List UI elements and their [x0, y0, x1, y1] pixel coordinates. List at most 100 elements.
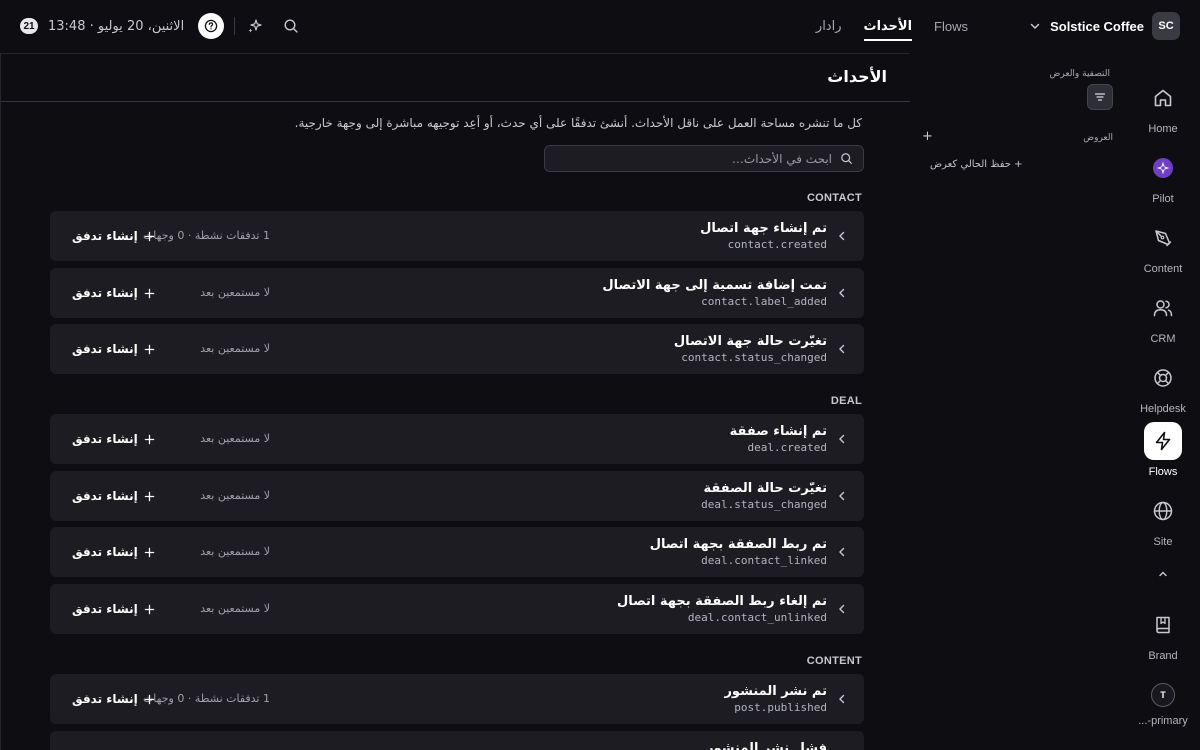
filter-panel: التصفية والعرض العروض + + حفظ الحالي كعر… [910, 53, 1126, 750]
sparkles-button[interactable] [245, 16, 265, 36]
create-flow-label: إنشاء تدفق [72, 489, 138, 503]
search-input[interactable] [555, 151, 832, 166]
filter-button[interactable] [1087, 84, 1113, 110]
event-row[interactable]: تم إنشاء صفقة deal.created لا مستمعين بع… [50, 414, 864, 464]
create-flow-button[interactable]: إنشاء تدفق [72, 487, 155, 505]
page-description: كل ما تنشره مساحة العمل على ناقل الأحداث… [294, 116, 862, 130]
rail-label: Flows [1148, 466, 1178, 478]
event-status: لا مستمعين بعد [200, 489, 270, 502]
chevron-left-icon [839, 434, 845, 444]
event-status: 1 تدفقات نشطة · 0 وجهات [142, 229, 270, 242]
page-header: الأحداث [1, 54, 910, 102]
create-flow-label: إنشاء تدفق [72, 602, 138, 616]
chevron-left-icon [839, 344, 845, 354]
event-row[interactable]: تم إنشاء جهة اتصال contact.created 1 تدف… [50, 211, 864, 261]
rail-item-helpdesk[interactable]: Helpdesk [1126, 359, 1200, 415]
create-flow-button[interactable]: إنشاء تدفق [72, 543, 155, 561]
create-flow-button[interactable]: إنشاء تدفق [72, 600, 155, 618]
rail-label: Home [1148, 123, 1178, 135]
rail-icon-box [1144, 359, 1182, 397]
create-flow-label: إنشاء تدفق [72, 432, 138, 446]
filter-panel-title: التصفية والعرض [1049, 69, 1111, 79]
event-row[interactable]: تم نشر المنشور post.published 1 تدفقات ن… [50, 674, 864, 724]
event-row[interactable]: تمت إضافة تسمية إلى جهة الاتصال contact.… [50, 268, 864, 318]
rail-label: Helpdesk [1140, 403, 1186, 415]
event-status: لا مستمعين بعد [200, 602, 270, 615]
create-flow-button[interactable]: إنشاء تدفق [72, 227, 155, 245]
rail-label: Site [1153, 536, 1173, 548]
create-flow-button[interactable]: إنشاء تدفق [72, 284, 155, 302]
rail-item-site[interactable]: Site [1126, 492, 1200, 548]
search-box [544, 145, 864, 172]
lightning-icon [1155, 431, 1171, 451]
rail-item-pilot[interactable]: Pilot [1126, 149, 1200, 205]
chevron-left-icon [839, 604, 845, 614]
pilot-icon [1153, 158, 1173, 178]
chevron-down-icon [1030, 23, 1040, 30]
event-row[interactable]: تم ربط الصفقة بجهة اتصال deal.contact_li… [50, 527, 864, 577]
org-switcher[interactable]: SC Solstice Coffee [1028, 12, 1180, 40]
event-row[interactable]: تغيّرت حالة الصفقة deal.status_changed ل… [50, 471, 864, 521]
filter-icon [1094, 93, 1106, 101]
event-key: post.published [734, 701, 827, 714]
event-key: deal.created [747, 441, 827, 454]
event-title: تم نشر المنشور [724, 684, 827, 699]
chevron-left-icon [839, 547, 845, 557]
event-row[interactable]: تغيّرت حالة جهة الاتصال contact.status_c… [50, 324, 864, 374]
add-view-button[interactable]: + [922, 129, 933, 144]
event-row[interactable]: تم إلغاء ربط الصفقة بجهة اتصال deal.cont… [50, 584, 864, 634]
event-title: تم إلغاء ربط الصفقة بجهة اتصال [617, 594, 827, 609]
top-bar: SC Solstice Coffee Flows الأحداث رادار 2… [0, 0, 1200, 53]
event-row[interactable]: فشل نشر المنشور [50, 731, 864, 750]
rail-icon-box [1144, 289, 1182, 327]
event-title: تم ربط الصفقة بجهة اتصال [649, 537, 827, 552]
plus-icon [144, 547, 155, 557]
create-flow-button[interactable]: إنشاء تدفق [72, 430, 155, 448]
nav-tabs: Flows الأحداث رادار [816, 0, 968, 53]
section-label-deal: DEAL [830, 395, 862, 407]
org-avatar: SC [1152, 12, 1180, 40]
rail-icon-box [1144, 422, 1182, 460]
plus-icon [144, 434, 155, 444]
event-key: deal.contact_linked [701, 554, 827, 567]
event-key: deal.contact_unlinked [687, 611, 827, 624]
event-key: contact.status_changed [681, 351, 827, 364]
tab-events[interactable]: الأحداث [863, 16, 912, 41]
views-label: العروض [1083, 133, 1113, 143]
help-button[interactable] [198, 13, 225, 39]
page-title: الأحداث [827, 67, 887, 86]
create-flow-label: إنشاء تدفق [72, 286, 138, 300]
chevron-up-icon[interactable] [1155, 566, 1171, 582]
plus-icon [144, 694, 155, 704]
plus-icon [144, 604, 155, 614]
tab-radar[interactable]: رادار [816, 16, 842, 38]
rail-item-user[interactable]: T ...-primary [1126, 683, 1200, 727]
search-icon [284, 19, 298, 33]
rail-item-home[interactable]: Home [1126, 79, 1200, 135]
create-flow-button[interactable]: إنشاء تدفق [72, 690, 155, 708]
plus-icon [144, 491, 155, 501]
rail-item-flows[interactable]: Flows [1126, 422, 1200, 478]
rail-icon-box [1144, 149, 1182, 187]
search-button[interactable] [281, 16, 301, 36]
rail-item-content[interactable]: Content [1126, 219, 1200, 275]
create-flow-label: إنشاء تدفق [72, 229, 138, 243]
plus-icon [144, 231, 155, 241]
create-flow-button[interactable]: إنشاء تدفق [72, 340, 155, 358]
event-title: تم إنشاء جهة اتصال [700, 221, 827, 236]
save-view-button[interactable]: + حفظ الحالي كعرض [930, 159, 1023, 170]
plus-icon [144, 344, 155, 354]
chevron-left-icon [839, 231, 845, 241]
rail-item-brand[interactable]: Brand [1126, 606, 1200, 662]
rail-item-crm[interactable]: CRM [1126, 289, 1200, 345]
rail-label: Pilot [1152, 193, 1174, 205]
event-title: تغيّرت حالة الصفقة [703, 481, 828, 496]
section-label-contact: CONTACT [806, 192, 862, 204]
rail-icon-box [1144, 492, 1182, 530]
rail-label: Brand [1148, 650, 1178, 662]
rail-icon-box [1144, 219, 1182, 257]
date-time: الاثنين، 20 يوليو · 13:48 [48, 18, 185, 34]
tab-flows[interactable]: Flows [934, 16, 968, 38]
event-title: تغيّرت حالة جهة الاتصال [673, 334, 827, 349]
event-status: لا مستمعين بعد [200, 545, 270, 558]
